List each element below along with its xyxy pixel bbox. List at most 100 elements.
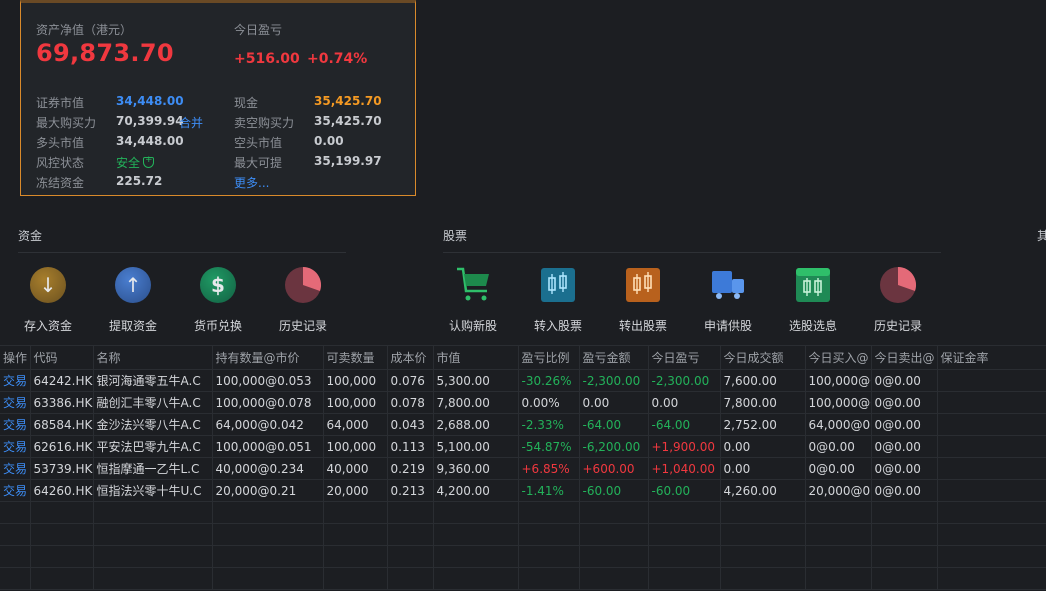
col-header[interactable]: 盈亏比例	[518, 345, 580, 370]
table-cell	[433, 567, 519, 590]
table-cell	[433, 523, 519, 546]
cash-value: 35,425.70	[314, 94, 382, 108]
col-header[interactable]: 持有数量@市价	[212, 345, 324, 370]
trade-link[interactable]: 交易	[0, 369, 31, 392]
stock-pick-icon	[793, 265, 833, 305]
table-cell: -2,300.00	[648, 369, 721, 392]
table-cell	[720, 523, 806, 546]
table-cell: 53739.HK	[30, 457, 94, 480]
funds-history-button[interactable]: 历史记录	[263, 265, 343, 334]
col-header[interactable]: 保证金率	[937, 345, 1046, 370]
withdraw-button[interactable]: ↑ 提取资金	[93, 265, 173, 334]
table-cell: 0@0.00	[871, 369, 938, 392]
table-cell	[518, 545, 580, 568]
table-cell: 5,300.00	[433, 369, 519, 392]
table-row[interactable]: 交易 68584.HK 金沙法兴零八牛A.C 64,000@0.042 64,000 0.…	[0, 413, 1046, 436]
table-cell: -30.26%	[518, 369, 580, 392]
table-cell: 0@0.00	[871, 391, 938, 414]
table-cell	[871, 567, 938, 590]
table-cell	[30, 523, 94, 546]
more-link[interactable]: 更多...	[234, 174, 269, 191]
table-cell: +600.00	[579, 457, 649, 480]
table-cell	[387, 545, 434, 568]
risk-status-label: 风控状态	[36, 156, 85, 170]
table-cell	[937, 479, 1046, 502]
currency-exchange-button[interactable]: $ 货币兑换	[178, 265, 258, 334]
col-header[interactable]: 成本价	[387, 345, 434, 370]
table-cell	[212, 545, 324, 568]
table-cell	[937, 457, 1046, 480]
table-cell: 100,000@0.051	[212, 435, 324, 458]
rights-issue-button[interactable]: 申请供股	[688, 265, 768, 334]
col-header[interactable]: 今日买入@	[805, 345, 872, 370]
table-cell	[579, 501, 649, 524]
table-cell: 0@0.00	[805, 457, 872, 480]
table-row[interactable]: 交易 64260.HK 恒指法兴零十牛U.C 20,000@0.21 20,000 0.2…	[0, 479, 1046, 502]
table-cell: 100,000	[323, 435, 388, 458]
table-cell: 63386.HK	[30, 391, 94, 414]
table-cell: 64260.HK	[30, 479, 94, 502]
table-cell: 2,688.00	[433, 413, 519, 436]
col-header[interactable]: 今日卖出@	[871, 345, 938, 370]
table-cell	[93, 501, 213, 524]
deposit-button[interactable]: ↓ 存入资金	[8, 265, 88, 334]
table-cell: -54.87%	[518, 435, 580, 458]
cash-label: 现金	[234, 96, 259, 110]
table-cell: 100,000@0.078	[212, 391, 324, 414]
col-header[interactable]: 市值	[433, 345, 519, 370]
merge-link[interactable]: 合并	[179, 114, 203, 131]
stock-pick-button[interactable]: 选股选息	[773, 265, 853, 334]
table-cell: -1.41%	[518, 479, 580, 502]
withdraw-icon: ↑	[113, 265, 153, 305]
table-cell	[871, 501, 938, 524]
table-cell	[648, 501, 721, 524]
transfer-out-button[interactable]: 转出股票	[603, 265, 683, 334]
col-header[interactable]: 今日盈亏	[648, 345, 721, 370]
table-cell: 100,000@0.076	[805, 369, 872, 392]
table-cell: -6,200.00	[579, 435, 649, 458]
table-row[interactable]: 交易 64242.HK 银河海通零五牛A.C 100,000@0.053 100,000…	[0, 369, 1046, 392]
table-row[interactable]: 交易 53739.HK 恒指摩通一乙牛L.C 40,000@0.234 40,000 0.…	[0, 457, 1046, 480]
col-header[interactable]: 名称	[93, 345, 213, 370]
table-cell: 7,800.00	[720, 391, 806, 414]
table-row[interactable]: 交易 63386.HK 融创汇丰零八牛A.C 100,000@0.078 100,000…	[0, 391, 1046, 414]
table-cell	[323, 501, 388, 524]
empty-row	[0, 567, 1046, 590]
table-row[interactable]: 交易 62616.HK 平安法巴零九牛A.C 100,000@0.051 100,000…	[0, 435, 1046, 458]
trade-link[interactable]: 交易	[0, 457, 31, 480]
col-header[interactable]: 可卖数量	[323, 345, 388, 370]
table-cell: 银河海通零五牛A.C	[93, 369, 213, 392]
table-cell: 恒指摩通一乙牛L.C	[93, 457, 213, 480]
table-cell	[30, 501, 94, 524]
col-header[interactable]: 操作	[0, 345, 31, 370]
col-header[interactable]: 今日成交额	[720, 345, 806, 370]
table-cell: 0.043	[387, 413, 434, 436]
col-header[interactable]: 盈亏金额	[579, 345, 649, 370]
table-cell: 0.078	[387, 391, 434, 414]
table-cell: 100,000	[323, 391, 388, 414]
stocks-history-button[interactable]: 历史记录	[858, 265, 938, 334]
stocks-section-title: 股票	[443, 229, 468, 243]
trade-link[interactable]: 交易	[0, 435, 31, 458]
ipo-subscribe-button[interactable]: 认购新股	[433, 265, 513, 334]
table-cell	[720, 501, 806, 524]
table-cell: 4,200.00	[433, 479, 519, 502]
table-cell	[518, 501, 580, 524]
table-cell	[212, 567, 324, 590]
account-summary-card: 资产净值（港元） 69,873.70 今日盈亏 +516.00 +0.74% 证…	[20, 0, 416, 196]
table-cell	[871, 523, 938, 546]
other-section-title: 其	[1037, 229, 1046, 243]
table-cell: 0@0.00	[871, 457, 938, 480]
short-buying-power-value: 35,425.70	[314, 114, 382, 128]
col-header[interactable]: 代码	[30, 345, 94, 370]
transfer-in-button[interactable]: 转入股票	[518, 265, 598, 334]
table-cell	[937, 545, 1046, 568]
table-cell: 64,000@0.042	[212, 413, 324, 436]
table-cell	[433, 545, 519, 568]
trade-link[interactable]: 交易	[0, 413, 31, 436]
trade-link[interactable]: 交易	[0, 391, 31, 414]
table-cell	[720, 567, 806, 590]
trade-link[interactable]: 交易	[0, 479, 31, 502]
table-cell	[805, 545, 872, 568]
table-cell: 0.00	[720, 435, 806, 458]
